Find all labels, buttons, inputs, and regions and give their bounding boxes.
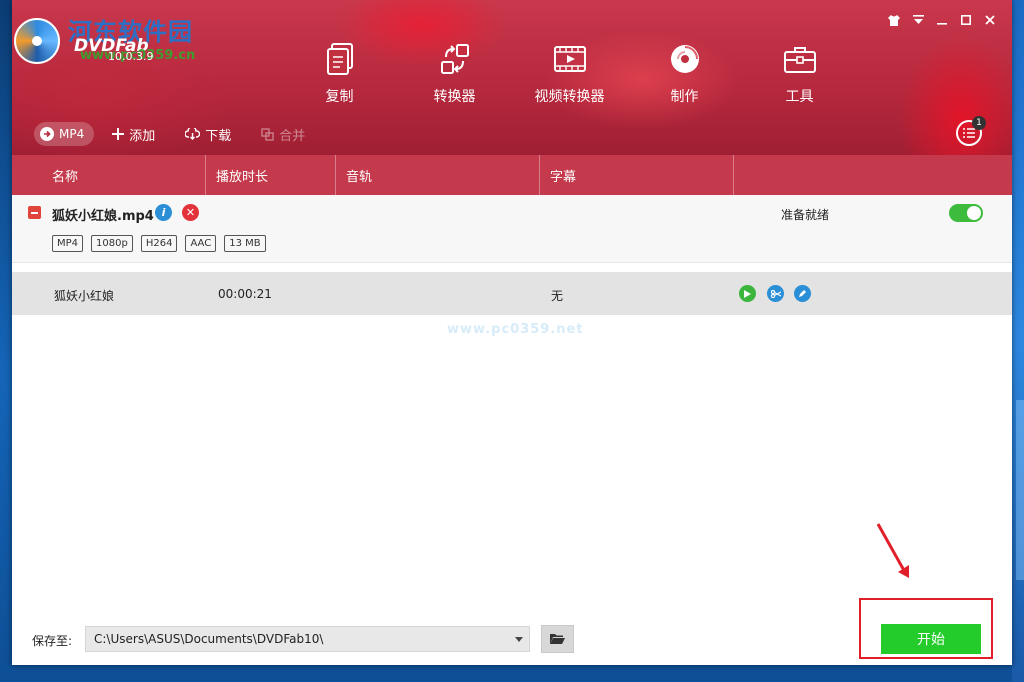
column-extra <box>734 155 1012 195</box>
save-to-label: 保存至: <box>32 634 73 648</box>
column-audio: 音轨 <box>336 155 540 195</box>
enable-toggle[interactable] <box>949 204 983 222</box>
file-tags: MP4 1080p H264 AAC 13 MB <box>52 235 266 252</box>
source-file-row: 狐妖小红娘.mp4 i ✕ MP4 1080p H264 AAC 13 MB 准… <box>12 195 1012 263</box>
info-icon[interactable]: i <box>155 204 172 221</box>
list-icon <box>963 128 975 138</box>
column-header: 名称 播放时长 音轨 字幕 <box>12 155 1012 195</box>
column-subtitle: 字幕 <box>540 155 734 195</box>
merge-button[interactable]: 合并 <box>249 122 317 146</box>
minimize-icon[interactable] <box>930 10 954 30</box>
start-button[interactable]: 开始 <box>881 624 981 654</box>
plus-icon <box>112 128 125 140</box>
watermark-center: www.pc0359.net <box>447 322 584 337</box>
copy-icon <box>282 42 397 76</box>
chevron-down-icon[interactable] <box>515 637 523 642</box>
profile-label: MP4 <box>59 127 85 141</box>
cloud-download-icon <box>185 128 201 140</box>
toolbox-icon <box>742 42 857 76</box>
ripper-icon <box>397 42 512 76</box>
nav-label: 制作 <box>670 89 699 105</box>
nav-label: 视频转换器 <box>534 89 605 105</box>
task-queue-button[interactable]: 1 <box>956 116 986 146</box>
remove-icon[interactable]: ✕ <box>182 204 199 221</box>
tag-resolution: 1080p <box>91 235 133 252</box>
tag-size: 13 MB <box>224 235 266 252</box>
output-path-field[interactable]: C:\Users\ASUS\Documents\DVDFab10\ <box>85 626 530 652</box>
menu-icon[interactable] <box>906 10 930 30</box>
version-label: 10.0.3.9 <box>108 50 154 63</box>
header: 河东软件园 DVDFab www.pc0359.cn 10.0.3.9 复制 转… <box>12 0 1012 155</box>
creator-icon <box>627 42 742 76</box>
dvdfab-logo <box>12 10 72 66</box>
collapse-icon[interactable] <box>28 206 41 219</box>
column-duration: 播放时长 <box>206 155 336 195</box>
output-path-value: C:\Users\ASUS\Documents\DVDFab10\ <box>94 632 324 646</box>
merge-label: 合并 <box>279 128 306 144</box>
title-duration: 00:00:21 <box>218 287 272 301</box>
nav-video-converter[interactable]: 视频转换器 <box>512 42 627 106</box>
trim-icon[interactable] <box>767 285 784 302</box>
merge-icon <box>261 127 274 141</box>
queue-count-badge: 1 <box>972 116 986 130</box>
folder-icon <box>550 634 565 644</box>
file-name: 狐妖小红娘.mp4 <box>52 209 154 224</box>
nav-creator[interactable]: 制作 <box>627 42 742 106</box>
add-label: 添加 <box>129 128 156 144</box>
download-button[interactable]: 下载 <box>173 122 243 146</box>
title-row[interactable]: 狐妖小红娘 00:00:21 无 <box>12 272 1012 315</box>
nav-label: 工具 <box>785 89 814 105</box>
window-controls <box>882 10 1002 30</box>
close-icon[interactable] <box>978 10 1002 30</box>
annotation-arrow <box>872 520 912 584</box>
title-name: 狐妖小红娘 <box>54 289 115 303</box>
tag-container: MP4 <box>52 235 84 252</box>
download-label: 下载 <box>205 128 232 144</box>
video-converter-icon <box>512 42 627 76</box>
nav-label: 复制 <box>325 89 354 105</box>
skin-icon[interactable] <box>882 10 906 30</box>
desktop-background <box>1012 0 1024 682</box>
dvdfab-window: 河东软件园 DVDFab www.pc0359.cn 10.0.3.9 复制 转… <box>12 0 1012 665</box>
nav-label: 转换器 <box>433 89 476 105</box>
main-nav: 复制 转换器 视频转换器 制作 工具 <box>282 42 857 106</box>
column-name: 名称 <box>12 155 206 195</box>
play-icon[interactable] <box>739 285 756 302</box>
tag-audio-codec: AAC <box>185 235 217 252</box>
title-subtitle[interactable]: 无 <box>551 287 563 304</box>
nav-copy[interactable]: 复制 <box>282 42 397 106</box>
nav-ripper[interactable]: 转换器 <box>397 42 512 106</box>
status-text: 准备就绪 <box>781 208 830 222</box>
edit-icon[interactable] <box>794 285 811 302</box>
maximize-icon[interactable] <box>954 10 978 30</box>
arrow-right-circle-icon <box>40 127 54 141</box>
nav-toolbox[interactable]: 工具 <box>742 42 857 106</box>
browse-folder-button[interactable] <box>541 625 574 653</box>
profile-selector[interactable]: MP4 <box>34 122 95 146</box>
add-button[interactable]: 添加 <box>100 122 167 146</box>
toolbar: MP4 添加 下载 合并 <box>34 122 317 146</box>
tag-video-codec: H264 <box>140 235 178 252</box>
